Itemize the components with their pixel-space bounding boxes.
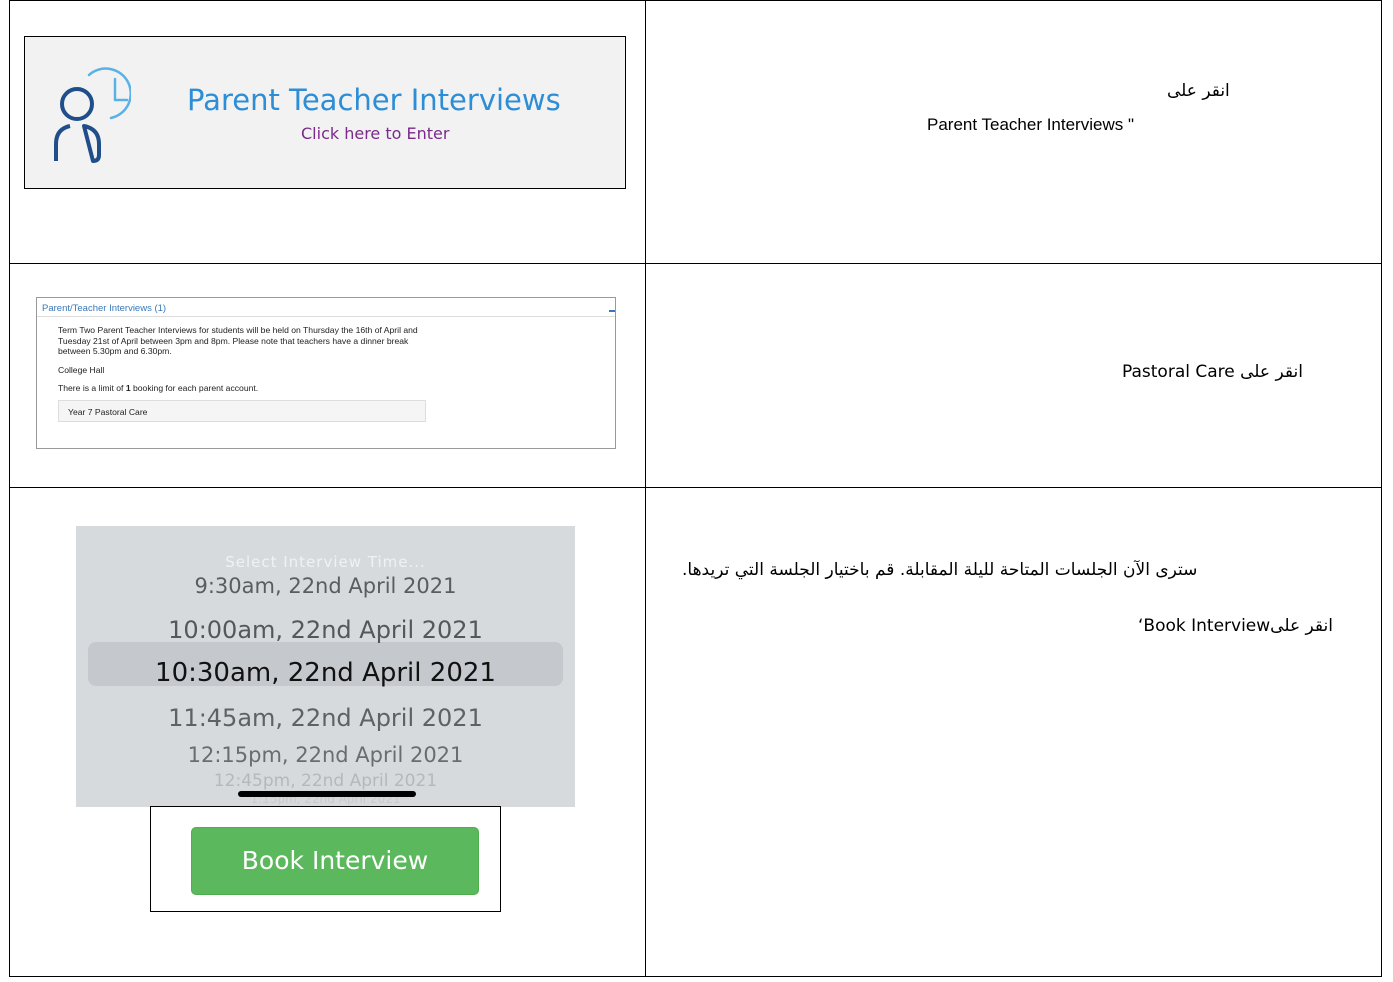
picker-option[interactable]: 11:45am, 22nd April 2021 bbox=[76, 704, 575, 732]
parent-teacher-interviews-banner[interactable]: Parent Teacher Interviews Click here to … bbox=[24, 36, 626, 189]
person-clock-icon bbox=[54, 67, 131, 163]
picker-option[interactable]: 12:45pm, 22nd April 2021 bbox=[76, 771, 575, 791]
step3-image-cell: Select Interview Time... 9:30am, 22nd Ap… bbox=[9, 487, 646, 977]
banner-subtitle: Click here to Enter bbox=[301, 124, 450, 143]
step3-text-cell: سترى الآن الجلسات المتاحة لليلة المقابلة… bbox=[645, 487, 1382, 977]
picker-option-selected[interactable]: 10:30am, 22nd April 2021 bbox=[76, 658, 575, 688]
step1-instruction-arabic: انقر على bbox=[1167, 81, 1230, 101]
picker-option[interactable]: 10:00am, 22nd April 2021 bbox=[76, 616, 575, 644]
step3-instruction-2: انقر علىBook Interview‘ bbox=[1138, 616, 1333, 636]
step1-image-cell: Parent Teacher Interviews Click here to … bbox=[9, 0, 646, 264]
card-limit: There is a limit of 1 booking for each p… bbox=[58, 383, 615, 394]
step1-instruction-english: Parent Teacher Interviews " bbox=[927, 115, 1134, 134]
limit-suffix: booking for each parent account. bbox=[130, 383, 259, 393]
banner-title: Parent Teacher Interviews bbox=[187, 83, 561, 117]
guide-row-3: Select Interview Time... 9:30am, 22nd Ap… bbox=[9, 487, 1382, 977]
picker-option[interactable]: 9:30am, 22nd April 2021 bbox=[76, 574, 575, 598]
card-body: Term Two Parent Teacher Interviews for s… bbox=[37, 317, 615, 422]
pastoral-care-option[interactable]: Year 7 Pastoral Care bbox=[58, 399, 426, 422]
step2-image-cell: Parent/Teacher Interviews (1) Term Two P… bbox=[9, 263, 646, 488]
card-header-title: Parent/Teacher Interviews (1) bbox=[42, 303, 167, 314]
limit-prefix: There is a limit of bbox=[58, 383, 126, 393]
picker-option[interactable]: 12:15pm, 22nd April 2021 bbox=[76, 743, 575, 767]
collapse-icon[interactable] bbox=[609, 310, 615, 312]
interviews-card: Parent/Teacher Interviews (1) Term Two P… bbox=[36, 297, 616, 449]
picker-placeholder: Select Interview Time... bbox=[225, 553, 426, 571]
card-description: Term Two Parent Teacher Interviews for s… bbox=[58, 325, 418, 356]
interview-time-picker[interactable]: Select Interview Time... 9:30am, 22nd Ap… bbox=[76, 526, 575, 807]
guide-table: Parent Teacher Interviews Click here to … bbox=[9, 0, 1382, 977]
step2-instruction: انقر على Pastoral Care bbox=[1122, 362, 1303, 382]
step3-instruction-1: سترى الآن الجلسات المتاحة لليلة المقابلة… bbox=[682, 560, 1198, 580]
step2-text-cell: انقر على Pastoral Care bbox=[645, 263, 1382, 488]
book-interview-button[interactable]: Book Interview bbox=[191, 827, 479, 895]
guide-row-1: Parent Teacher Interviews Click here to … bbox=[9, 0, 1382, 264]
card-location: College Hall bbox=[58, 364, 105, 375]
home-indicator bbox=[238, 791, 416, 797]
book-button-frame: Book Interview bbox=[150, 806, 501, 912]
card-header[interactable]: Parent/Teacher Interviews (1) bbox=[37, 298, 615, 317]
step1-text-cell: انقر على Parent Teacher Interviews " bbox=[645, 0, 1382, 264]
guide-row-2: Parent/Teacher Interviews (1) Term Two P… bbox=[9, 263, 1382, 488]
